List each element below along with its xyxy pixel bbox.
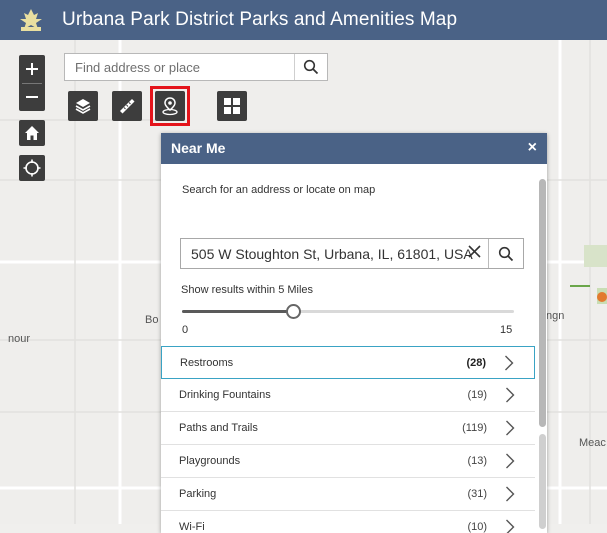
address-input[interactable] xyxy=(181,239,481,268)
zoom-control xyxy=(19,55,45,111)
chevron-right-icon xyxy=(506,453,515,469)
result-row[interactable]: Parking (31) xyxy=(161,478,535,511)
map-label: nour xyxy=(8,333,31,345)
plus-icon xyxy=(26,63,38,75)
result-count: (31) xyxy=(467,488,487,500)
map-label: Meac xyxy=(579,437,606,449)
result-count: (13) xyxy=(467,455,487,467)
result-row[interactable]: Restrooms (28) xyxy=(161,346,535,379)
locate-icon xyxy=(23,159,41,177)
measure-button[interactable] xyxy=(112,91,142,121)
panel-header: Near Me × xyxy=(161,133,547,164)
result-name: Restrooms xyxy=(180,357,234,369)
search-button[interactable] xyxy=(294,54,327,80)
result-name: Paths and Trails xyxy=(179,422,258,434)
close-icon xyxy=(468,245,481,258)
result-name: Wi-Fi xyxy=(179,521,205,533)
chevron-right-icon xyxy=(506,486,515,502)
range-label: Show results within 5 Miles xyxy=(181,284,314,296)
search-input[interactable] xyxy=(65,54,297,80)
near-me-highlight xyxy=(150,86,190,126)
scrollbar-thumb[interactable] xyxy=(539,179,546,427)
search-label: Search for an address or locate on map xyxy=(182,184,376,196)
result-row[interactable]: Paths and Trails (119) xyxy=(161,412,535,445)
result-count: (28) xyxy=(466,357,486,369)
range-max-label: 15 xyxy=(500,324,513,336)
minus-icon xyxy=(26,96,38,98)
result-name: Drinking Fountains xyxy=(179,389,271,401)
result-name: Parking xyxy=(179,488,217,500)
ruler-icon xyxy=(120,99,135,114)
chevron-right-icon xyxy=(506,387,515,403)
zoom-in-button[interactable] xyxy=(19,55,45,83)
scrollbar-track-lower xyxy=(539,434,546,529)
app-header: Urbana Park District Parks and Amenities… xyxy=(0,0,607,40)
map-label: Bo xyxy=(145,314,159,326)
range-min-label: 0 xyxy=(182,324,189,336)
result-count: (10) xyxy=(467,521,487,533)
locate-button[interactable] xyxy=(19,155,45,181)
panel-title: Near Me xyxy=(171,140,226,156)
layers-icon xyxy=(75,99,91,114)
chevron-right-icon xyxy=(505,355,514,371)
range-slider[interactable] xyxy=(182,304,514,319)
clear-address-button[interactable] xyxy=(468,245,481,263)
basemap-gallery-button[interactable] xyxy=(217,91,247,121)
address-search-button[interactable] xyxy=(488,239,523,268)
result-name: Playgrounds xyxy=(179,455,241,467)
range-fill xyxy=(182,310,293,313)
panel-body: Search for an address or locate on map S… xyxy=(161,164,535,533)
result-row[interactable]: Playgrounds (13) xyxy=(161,445,535,478)
result-count: (119) xyxy=(462,422,487,434)
results-list: Restrooms (28) Drinking Fountains (19) P… xyxy=(161,346,535,533)
map-label: ngn xyxy=(546,310,565,322)
home-button[interactable] xyxy=(19,120,45,146)
result-row[interactable]: Wi-Fi (10) xyxy=(161,511,535,533)
map-search xyxy=(64,53,328,81)
panel-close-button[interactable]: × xyxy=(528,139,537,157)
chevron-right-icon xyxy=(506,519,515,533)
search-icon xyxy=(303,59,319,75)
search-icon xyxy=(498,246,514,261)
panel-scrollbar[interactable] xyxy=(539,179,546,529)
app-title: Urbana Park District Parks and Amenities… xyxy=(62,9,458,30)
near-me-panel: Near Me × Search for an address or locat… xyxy=(161,133,547,533)
layers-button[interactable] xyxy=(68,91,98,121)
result-count: (19) xyxy=(467,389,487,401)
home-icon xyxy=(25,126,39,140)
grid-icon xyxy=(224,98,240,114)
range-slider-handle[interactable] xyxy=(285,304,301,319)
result-row[interactable]: Drinking Fountains (19) xyxy=(161,379,535,412)
chevron-right-icon xyxy=(506,420,515,436)
address-search xyxy=(180,238,524,269)
zoom-out-button[interactable] xyxy=(19,83,45,111)
park-logo-icon xyxy=(20,9,42,31)
